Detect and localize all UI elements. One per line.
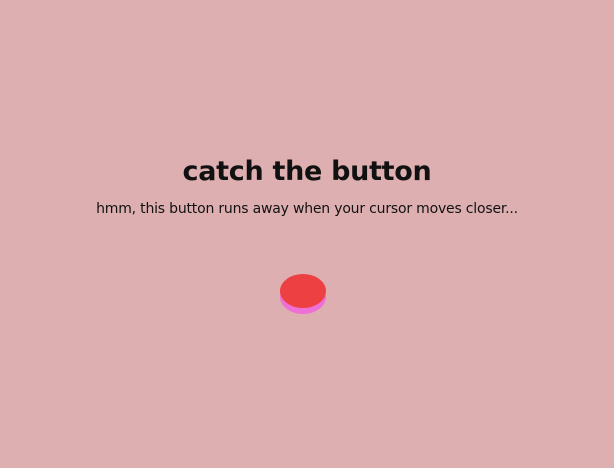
runaway-button[interactable] [280, 274, 326, 314]
button-face [280, 274, 326, 308]
page-subtitle: hmm, this button runs away when your cur… [96, 201, 518, 217]
page-container: catch the button hmm, this button runs a… [0, 0, 614, 468]
page-title: catch the button [182, 156, 432, 187]
